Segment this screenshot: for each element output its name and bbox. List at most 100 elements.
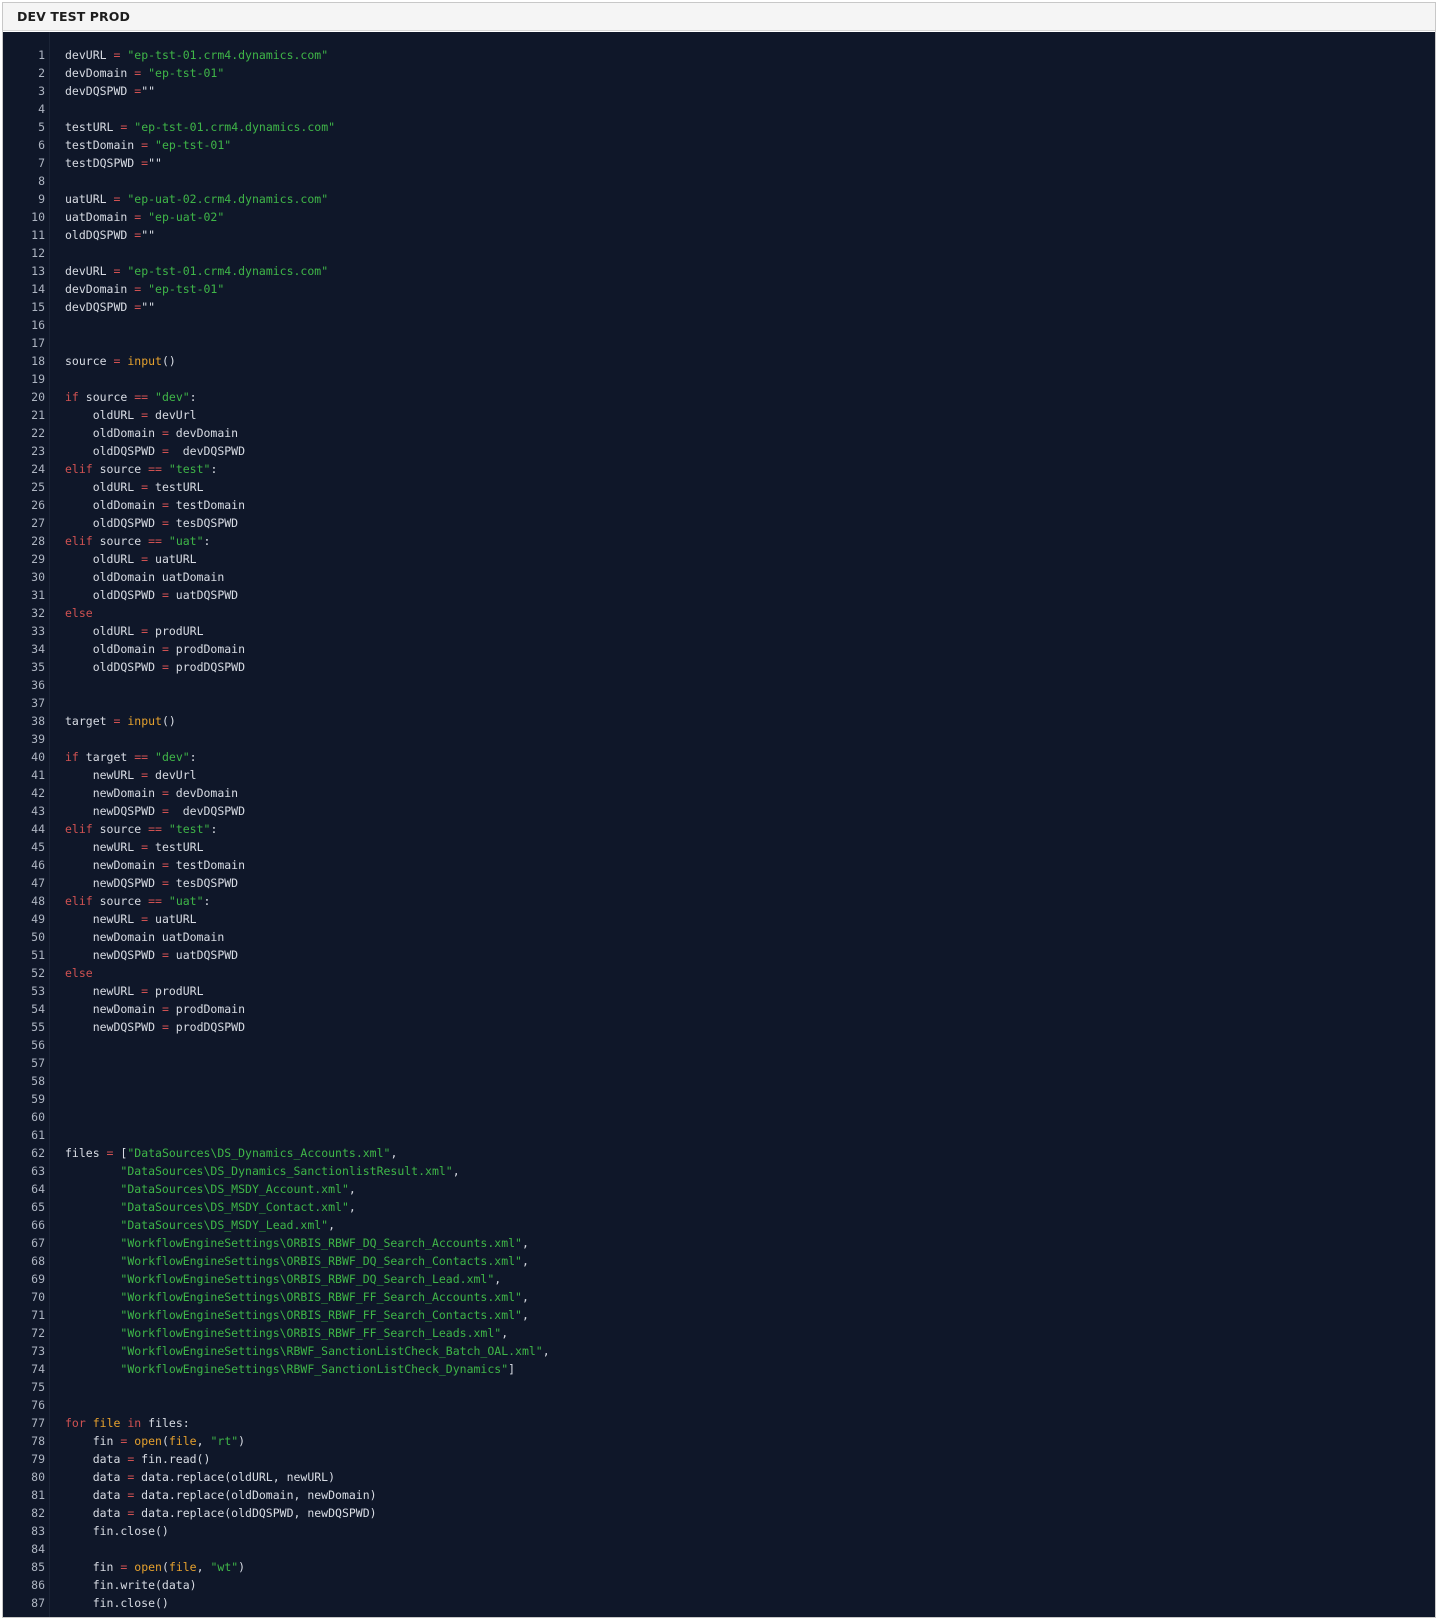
code-string: "test"	[168, 822, 211, 836]
line-source: newDQSPWD = prodDQSPWD	[45, 1018, 245, 1036]
code-keyword: if	[65, 750, 79, 764]
code-text: data	[65, 1452, 128, 1466]
line-number: 60	[31, 1110, 45, 1124]
line-number: 39	[31, 732, 45, 746]
line-number: 19	[31, 372, 45, 386]
code-text: uatURL	[148, 552, 197, 566]
code-line: 43 newDQSPWD = devDQSPWD	[3, 802, 1435, 820]
code-operator: =	[161, 444, 169, 458]
line-source: target = input()	[45, 712, 176, 730]
code-operator: =	[161, 498, 169, 512]
code-text: devDQSPWD	[65, 300, 135, 314]
line-source: if source == "dev":	[45, 388, 197, 406]
code-text: :	[203, 534, 211, 548]
line-source: devDomain = "ep-tst-01"	[45, 280, 224, 298]
line-number: 43	[31, 804, 45, 818]
line-source: newDQSPWD = devDQSPWD	[45, 802, 245, 820]
code-text: uatDQSPWD	[168, 948, 239, 962]
line-number: 42	[31, 786, 45, 800]
code-text: target	[78, 750, 135, 764]
code-text: uatURL	[65, 192, 114, 206]
line-source: else	[45, 964, 93, 982]
code-keyword: if	[65, 390, 79, 404]
code-line: 73 "WorkflowEngineSettings\RBWF_Sanction…	[3, 1342, 1435, 1360]
code-operator: =	[161, 804, 169, 818]
line-source	[45, 730, 65, 748]
code-line: 12	[3, 244, 1435, 262]
code-text: source	[92, 462, 149, 476]
code-line: 60	[3, 1108, 1435, 1126]
line-number: 78	[31, 1434, 45, 1448]
line-number: 11	[31, 228, 45, 242]
code-operator: =	[161, 516, 169, 530]
line-source: newDQSPWD = uatDQSPWD	[45, 946, 238, 964]
line-source: devDQSPWD =""	[45, 82, 155, 100]
line-number: 36	[31, 678, 45, 692]
code-text: devDomain	[168, 786, 239, 800]
code-line: 28 elif source == "uat":	[3, 532, 1435, 550]
panel-title: DEV TEST PROD	[17, 9, 130, 24]
code-operator: =	[161, 642, 169, 656]
code-builtin: open	[134, 1560, 162, 1574]
line-number: 5	[38, 120, 45, 134]
code-text: oldURL	[65, 552, 142, 566]
line-number: 54	[31, 1002, 45, 1016]
code-line: 26 oldDomain = testDomain	[3, 496, 1435, 514]
code-line: 3 devDQSPWD =""	[3, 82, 1435, 100]
line-number: 71	[31, 1308, 45, 1322]
code-text: oldURL	[65, 624, 142, 638]
line-source	[45, 1126, 65, 1144]
code-text: fin.close()	[65, 1524, 169, 1538]
line-number: 75	[31, 1380, 45, 1394]
code-editor[interactable]: 1 devURL = "ep-tst-01.crm4.dynamics.com" 2…	[3, 32, 1435, 1617]
line-source: fin = open(file, "rt")	[45, 1432, 245, 1450]
line-source	[45, 1054, 65, 1072]
code-operator: ==	[148, 462, 162, 476]
line-number: 70	[31, 1290, 45, 1304]
code-text: newDQSPWD	[65, 804, 162, 818]
code-string: "WorkflowEngineSettings\RBWF_SanctionLis…	[120, 1344, 543, 1358]
code-text: :	[210, 462, 218, 476]
line-number: 22	[31, 426, 45, 440]
code-line: 15 devDQSPWD =""	[3, 298, 1435, 316]
line-source: devDQSPWD =""	[45, 298, 155, 316]
code-string: "ep-uat-02"	[148, 210, 225, 224]
code-text: devDQSPWD	[65, 84, 135, 98]
code-text: newURL	[65, 984, 142, 998]
line-source: for file in files:	[45, 1414, 190, 1432]
code-line: 86 fin.write(data)	[3, 1576, 1435, 1594]
code-operator: ==	[134, 390, 149, 404]
line-number: 2	[38, 66, 45, 80]
line-source: oldDQSPWD = tesDQSPWD	[45, 514, 238, 532]
code-text: newURL	[65, 768, 142, 782]
line-source: newDomain = testDomain	[45, 856, 245, 874]
code-string: "DataSources\DS_Dynamics_SanctionlistRes…	[120, 1164, 453, 1178]
code-text: )	[238, 1560, 246, 1574]
line-number: 9	[38, 192, 45, 206]
line-source: testDQSPWD =""	[45, 154, 162, 172]
line-number: 55	[31, 1020, 45, 1034]
code-text: (	[161, 1434, 169, 1448]
line-number: 32	[31, 606, 45, 620]
line-number: 20	[31, 390, 45, 404]
code-string: "dev"	[155, 750, 190, 764]
code-text: ""	[148, 156, 162, 170]
line-source: oldDomain = prodDomain	[45, 640, 245, 658]
code-text: ,	[542, 1344, 550, 1358]
line-source: elif source == "uat":	[45, 532, 210, 550]
code-text: source	[92, 822, 149, 836]
code-line: 13 devURL = "ep-tst-01.crm4.dynamics.com"	[3, 262, 1435, 280]
code-line: 75	[3, 1378, 1435, 1396]
code-text: ,	[521, 1308, 529, 1322]
code-line: 85 fin = open(file, "wt")	[3, 1558, 1435, 1576]
line-source: devURL = "ep-tst-01.crm4.dynamics.com"	[45, 262, 328, 280]
code-line: 1 devURL = "ep-tst-01.crm4.dynamics.com"	[3, 46, 1435, 64]
code-line: 54 newDomain = prodDomain	[3, 1000, 1435, 1018]
code-string: "WorkflowEngineSettings\ORBIS_RBWF_FF_Se…	[120, 1308, 522, 1322]
line-source: oldURL = devUrl	[45, 406, 197, 424]
code-string: "DataSources\DS_Dynamics_Accounts.xml"	[127, 1146, 391, 1160]
line-source	[45, 694, 65, 712]
line-number: 72	[31, 1326, 45, 1340]
line-number: 50	[31, 930, 45, 944]
